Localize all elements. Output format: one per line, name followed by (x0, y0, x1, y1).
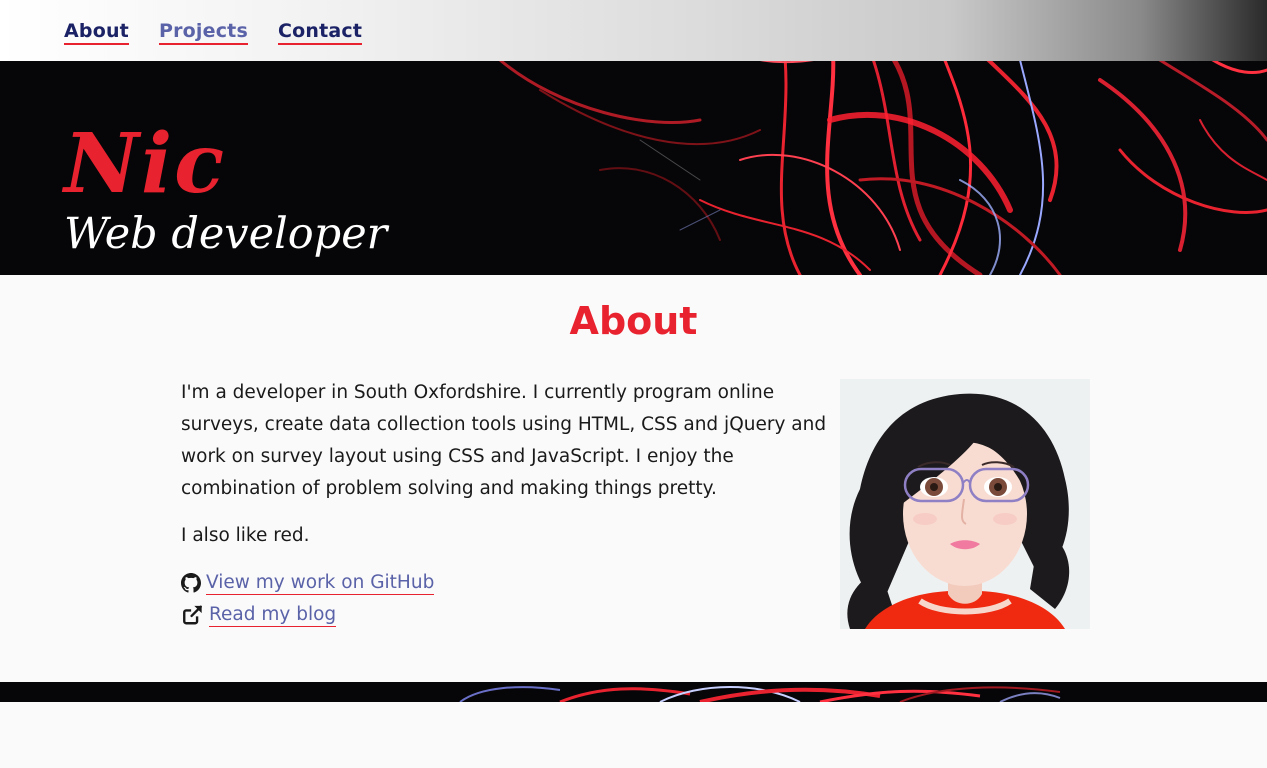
about-section: About I'm a developer in South Oxfordshi… (0, 275, 1267, 682)
nav-link-projects[interactable]: Projects (158, 20, 248, 45)
footer-light-trails (459, 686, 1061, 702)
profile-links: View my work on GitHub Read my blog (181, 567, 831, 631)
blog-link[interactable]: Read my blog (209, 604, 337, 627)
nav-item-about: About (64, 20, 129, 45)
external-link-icon (183, 605, 202, 625)
link-item-github: View my work on GitHub (181, 567, 831, 599)
nav-item-projects: Projects (158, 20, 248, 45)
hero-name: Nic (64, 116, 227, 212)
avatar (840, 379, 1090, 629)
section-heading: About (569, 299, 698, 343)
about-text: I'm a developer in South Oxfordshire. I … (181, 377, 831, 631)
hero-banner: Nic Web developer (0, 61, 1267, 275)
avatar-illustration (840, 379, 1090, 629)
about-paragraph: I also like red. (181, 525, 310, 546)
page-bottom (0, 702, 1267, 768)
nav-list: About Projects Contact (64, 20, 363, 45)
link-item-blog: Read my blog (181, 599, 831, 631)
top-nav: About Projects Contact (0, 0, 1267, 61)
github-icon (181, 573, 201, 593)
hero-role: Web developer (64, 209, 388, 259)
nav-link-about[interactable]: About (64, 20, 129, 45)
github-link[interactable]: View my work on GitHub (206, 572, 435, 595)
footer-banner (0, 682, 1267, 702)
nav-link-contact[interactable]: Contact (277, 20, 363, 45)
nav-item-contact: Contact (277, 20, 363, 45)
about-paragraph: I'm a developer in South Oxfordshire. I … (181, 382, 827, 499)
